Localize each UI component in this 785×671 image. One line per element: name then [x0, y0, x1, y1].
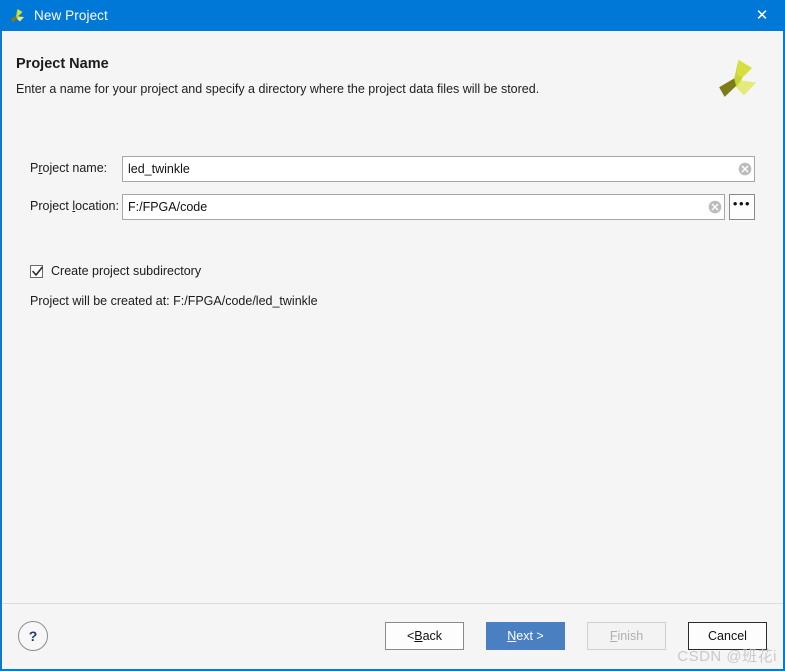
project-name-clear-icon[interactable] — [738, 162, 752, 176]
btn-part-2: ack — [422, 629, 443, 643]
project-name-label: Project name: — [30, 161, 107, 175]
vivado-leaf-logo — [715, 57, 759, 101]
back-button[interactable]: < Back — [385, 622, 464, 650]
btn-part: < — [406, 629, 415, 643]
btn-part-2: Cancel — [708, 629, 747, 643]
project-location-label: Project location: — [30, 199, 119, 213]
label-part: Project — [30, 199, 73, 213]
dialog-body: Project Name Enter a name for your proje… — [0, 31, 785, 671]
close-icon[interactable]: ✕ — [739, 0, 785, 31]
footer-separator — [2, 603, 783, 604]
finish-button: Finish — [587, 622, 666, 650]
browse-button[interactable]: ••• — [729, 194, 755, 220]
label-part-2: ocation: — [75, 199, 119, 213]
page-title: Project Name — [16, 56, 109, 72]
project-location-input[interactable] — [122, 194, 725, 220]
create-subdirectory-label: Create project subdirectory — [51, 264, 202, 278]
title-bar: New Project ✕ — [0, 0, 785, 31]
btn-mnemonic: F — [609, 629, 618, 643]
next-button[interactable]: Next > — [486, 622, 565, 650]
help-button[interactable]: ? — [18, 621, 48, 651]
btn-mnemonic: N — [507, 629, 517, 643]
project-created-at-text: Project will be created at: F:/FPGA/code… — [30, 294, 318, 308]
window-title: New Project — [34, 8, 108, 23]
dialog-body-inner: Project Name Enter a name for your proje… — [2, 35, 783, 669]
btn-part-2: inish — [617, 629, 644, 643]
btn-part-2: ext > — [516, 629, 544, 643]
btn-mnemonic: B — [414, 629, 423, 643]
project-name-row: Project name: — [2, 156, 783, 182]
page-subtitle: Enter a name for your project and specif… — [16, 82, 540, 96]
label-part-2: oject name: — [42, 161, 108, 175]
create-subdirectory-row[interactable]: Create project subdirectory — [30, 262, 201, 280]
new-project-dialog: New Project ✕ Project Name Enter a name … — [0, 0, 785, 671]
create-subdirectory-checkbox[interactable] — [30, 264, 43, 278]
project-location-clear-icon[interactable] — [708, 200, 722, 214]
vivado-leaf-icon — [9, 8, 25, 24]
csdn-watermark: CSDN @班花i — [677, 648, 777, 665]
project-location-row: Project location: ••• — [2, 194, 783, 220]
project-name-input[interactable] — [122, 156, 755, 182]
